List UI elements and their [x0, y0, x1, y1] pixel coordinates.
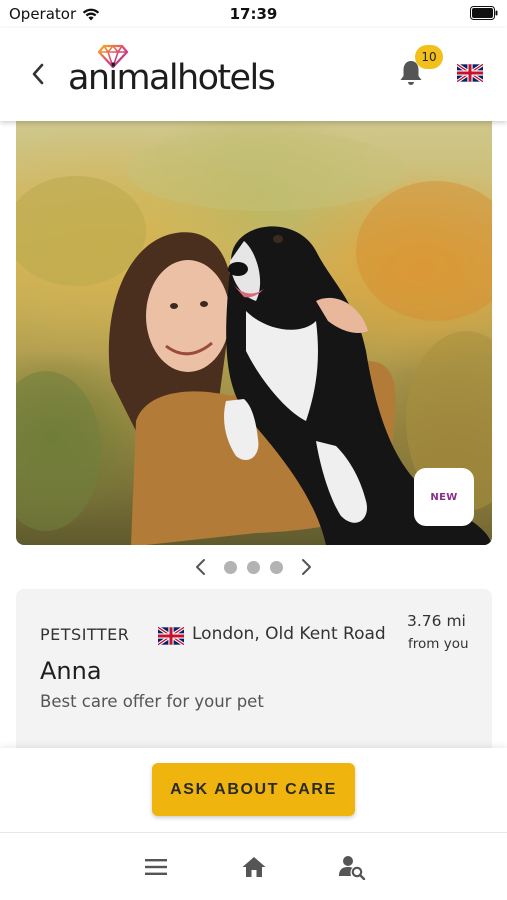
- carousel-dot[interactable]: [224, 561, 237, 574]
- nav-home[interactable]: [240, 853, 268, 881]
- back-button[interactable]: [24, 59, 52, 89]
- carousel-dot[interactable]: [247, 561, 260, 574]
- notification-badge[interactable]: 10: [415, 45, 443, 69]
- person-search-icon: [339, 856, 366, 880]
- nav-find-sitter[interactable]: [338, 853, 366, 881]
- uk-flag-icon[interactable]: [457, 64, 483, 82]
- menu-icon: [145, 859, 167, 875]
- home-icon: [242, 857, 266, 877]
- action-bar: ASK ABOUT CARE: [0, 748, 507, 832]
- new-badge: NEW: [414, 468, 474, 526]
- sitter-tagline: Best care offer for your pet: [40, 692, 264, 711]
- bottom-nav: [0, 832, 507, 900]
- distance-value: 3.76 mi: [407, 612, 466, 630]
- app-header: animalhotels 10: [0, 28, 507, 121]
- role-label: PETSITTER: [40, 625, 130, 644]
- battery-icon: [470, 6, 498, 20]
- uk-flag-icon: [158, 627, 184, 645]
- photo-carousel-controls: [0, 556, 507, 578]
- location-label: London, Old Kent Road: [192, 624, 386, 644]
- logo-wordmark: animalhotels: [68, 58, 276, 98]
- nav-menu[interactable]: [142, 853, 170, 881]
- chevron-right-icon[interactable]: [298, 558, 314, 576]
- distance-suffix: from you: [408, 636, 469, 652]
- ask-about-care-button[interactable]: ASK ABOUT CARE: [152, 763, 355, 816]
- status-time: 17:39: [229, 5, 278, 23]
- carousel-dot[interactable]: [270, 561, 283, 574]
- app-logo: animalhotels: [66, 44, 286, 108]
- chevron-left-icon[interactable]: [193, 558, 209, 576]
- sitter-name: Anna: [40, 657, 102, 685]
- chevron-left-icon: [32, 63, 44, 85]
- status-bar: Operator 17:39: [0, 0, 507, 28]
